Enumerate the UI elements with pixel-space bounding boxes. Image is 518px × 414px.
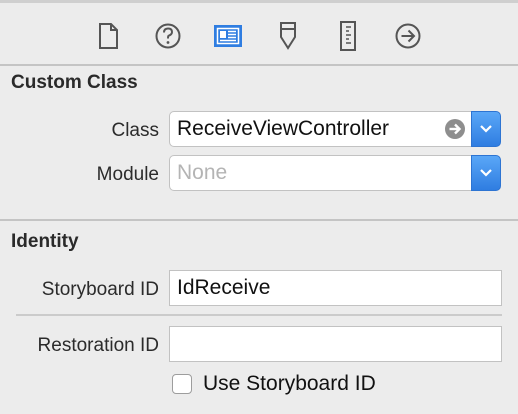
module-field[interactable]: None (169, 155, 474, 191)
go-to-class-icon[interactable] (444, 118, 466, 140)
section-separator (0, 219, 518, 221)
restoration-id-field[interactable] (169, 326, 502, 362)
field-divider (16, 314, 502, 316)
chevron-down-icon (480, 169, 492, 177)
toolbar-separator (0, 64, 518, 66)
module-placeholder: None (177, 161, 228, 184)
help-icon[interactable] (151, 19, 185, 53)
custom-class-title: Custom Class (11, 72, 138, 93)
inspector-toolbar (0, 0, 518, 65)
class-label: Class (111, 120, 159, 141)
attributes-inspector-icon[interactable] (271, 19, 305, 53)
storyboard-id-field[interactable]: IdReceive (169, 270, 502, 306)
chevron-down-icon (480, 125, 492, 133)
storyboard-id-value: IdReceive (177, 276, 271, 299)
module-label: Module (96, 164, 159, 185)
module-dropdown-button[interactable] (471, 155, 501, 191)
connections-inspector-icon[interactable] (391, 19, 425, 53)
identity-inspector-icon[interactable] (211, 19, 245, 53)
identity-title: Identity (11, 231, 79, 252)
use-storyboard-id-checkbox[interactable] (172, 374, 192, 394)
file-inspector-icon[interactable] (91, 19, 125, 53)
restoration-id-label: Restoration ID (37, 335, 159, 356)
use-storyboard-id-label[interactable]: Use Storyboard ID (203, 372, 376, 396)
class-field[interactable]: ReceiveViewController (169, 111, 474, 147)
class-dropdown-button[interactable] (471, 111, 501, 147)
class-value: ReceiveViewController (177, 117, 390, 140)
storyboard-id-label: Storyboard ID (41, 279, 159, 300)
size-inspector-icon[interactable] (331, 19, 365, 53)
